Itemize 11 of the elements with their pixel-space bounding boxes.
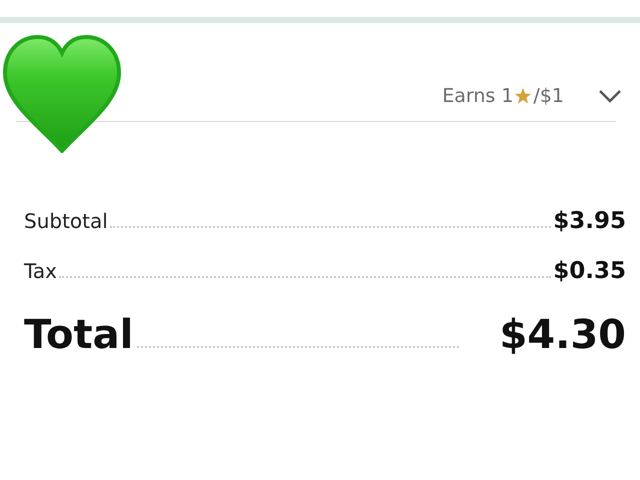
line-amount: $3.95 [553, 208, 626, 234]
earns-label: Earns 1 [442, 85, 514, 107]
heart-icon [2, 33, 122, 153]
line-label: Total [24, 312, 134, 358]
per-dollar-label: /$1 [533, 85, 564, 107]
line-amount: $4.30 [499, 312, 626, 358]
star-icon [514, 87, 532, 105]
line-label: Tax [24, 259, 57, 283]
chevron-icon[interactable] [598, 89, 622, 103]
line-amount: $0.35 [553, 258, 626, 284]
line-label: Subtotal [24, 209, 108, 233]
